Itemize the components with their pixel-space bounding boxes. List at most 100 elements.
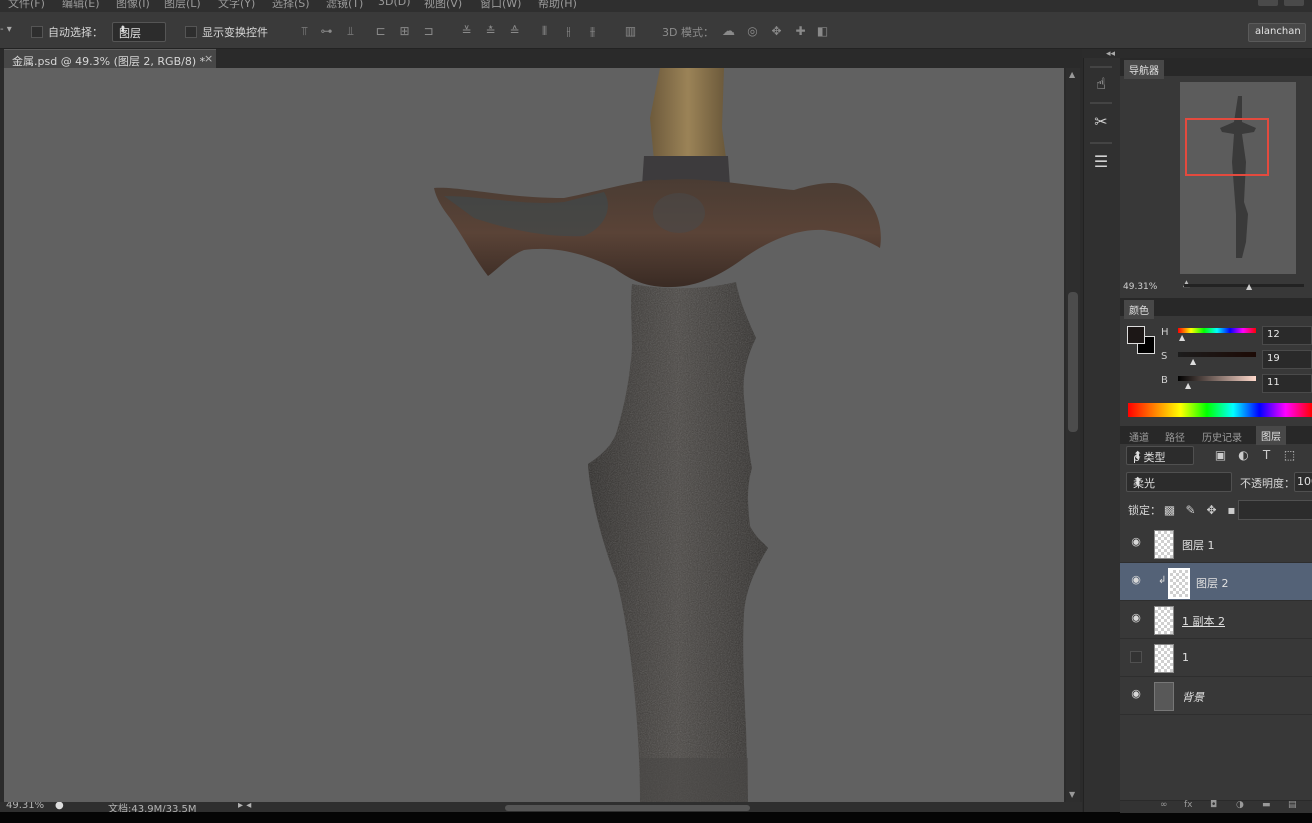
distribute-vcenter-icon[interactable]: ≛	[484, 25, 497, 38]
opacity-field[interactable]: 100%	[1294, 472, 1312, 492]
layer-name[interactable]: 1	[1182, 651, 1189, 664]
menu-type[interactable]: 文字(Y)	[218, 0, 255, 11]
menu-image[interactable]: 图像(I)	[116, 0, 150, 11]
menu-filter[interactable]: 滤镜(T)	[326, 0, 363, 11]
visibility-eye-icon[interactable]: ◉	[1130, 688, 1142, 700]
status-zoom[interactable]: 49.31%	[6, 802, 44, 811]
menu-layer[interactable]: 图层(L)	[164, 0, 201, 11]
tab-channels[interactable]: 通道	[1129, 429, 1149, 444]
navigator-slider-handle[interactable]: ▲	[1246, 282, 1252, 291]
workspace-switcher-button[interactable]: alanchan	[1248, 23, 1306, 42]
tab-history[interactable]: 历史记录	[1202, 429, 1242, 444]
layer-row[interactable]: 1	[1120, 639, 1312, 677]
align-hcenter-icon[interactable]: ⊞	[398, 25, 411, 38]
saturation-field[interactable]: 19	[1262, 350, 1312, 369]
status-share-icon[interactable]: ●	[55, 802, 64, 811]
menu-file[interactable]: 文件(F)	[8, 0, 45, 11]
filter-shape-icon[interactable]: ⬚	[1283, 449, 1296, 462]
layer-filter-dropdown[interactable]: ρ 类型 ⬍	[1126, 446, 1194, 465]
visibility-eye-icon[interactable]: ◉	[1130, 536, 1142, 548]
hue-slider[interactable]	[1178, 328, 1256, 333]
visibility-eye-icon[interactable]: ◉	[1130, 574, 1142, 586]
tool-preset-arrow-icon[interactable]: - ▾	[0, 24, 12, 35]
saturation-slider-handle[interactable]: ▲	[1190, 357, 1196, 366]
menu-window[interactable]: 窗口(W)	[480, 0, 521, 11]
layer-row[interactable]: ◉ 图层 1	[1120, 525, 1312, 563]
distribute-right-icon[interactable]: ⫵	[586, 25, 599, 38]
minimize-button[interactable]	[1258, 0, 1278, 6]
3d-orbit-icon[interactable]: ☁	[722, 25, 735, 38]
distribute-top-icon[interactable]: ≚	[460, 25, 473, 38]
lock-all-icon[interactable]: ▪	[1225, 504, 1238, 517]
document-tab[interactable]: 金属.psd @ 49.3% (图层 2, RGB/8) *	[4, 49, 216, 69]
brightness-field[interactable]: 11	[1262, 374, 1312, 393]
visibility-eye-icon[interactable]: ◉	[1130, 612, 1142, 624]
filter-adjustment-icon[interactable]: ◐	[1237, 449, 1250, 462]
scroll-down-icon[interactable]: ▼	[1069, 790, 1075, 799]
auto-align-icon[interactable]: ▥	[624, 25, 637, 38]
align-right-icon[interactable]: ⊐	[422, 25, 435, 38]
add-mask-icon[interactable]: ◘	[1210, 800, 1217, 810]
visibility-off-box[interactable]	[1130, 651, 1142, 663]
menu-view[interactable]: 视图(V)	[424, 0, 462, 11]
hand-tool-icon[interactable]: ☝	[1089, 72, 1113, 96]
color-tab[interactable]: 颜色	[1124, 300, 1154, 319]
status-menu-arrow-icon[interactable]: ▸ ◂	[238, 802, 251, 811]
menu-3d[interactable]: 3D(D)	[378, 0, 411, 8]
menu-edit[interactable]: 编辑(E)	[62, 0, 100, 11]
dock-grip[interactable]	[1090, 66, 1112, 68]
lock-position-icon[interactable]: ✥	[1205, 504, 1218, 517]
new-group-icon[interactable]: ▬	[1262, 800, 1271, 810]
filter-type-icon[interactable]: T	[1260, 449, 1273, 462]
tool-presets-icon[interactable]: ✂	[1089, 110, 1113, 134]
blend-mode-dropdown[interactable]: 柔光 ⬍	[1126, 472, 1232, 492]
distribute-left-icon[interactable]: ⫴	[538, 25, 551, 38]
color-spectrum-ramp[interactable]	[1128, 403, 1312, 417]
adjustments-icon[interactable]: ☰	[1089, 150, 1113, 174]
layer-row[interactable]: ◉ 1 副本 2	[1120, 601, 1312, 639]
link-layers-icon[interactable]: ∞	[1160, 800, 1168, 810]
tab-layers[interactable]: 图层	[1256, 426, 1286, 445]
foreground-color-swatch-front[interactable]	[1127, 326, 1145, 344]
brightness-slider-handle[interactable]: ▲	[1185, 381, 1191, 390]
layer-name[interactable]: 图层 2	[1196, 575, 1229, 591]
3d-roll-icon[interactable]: ◎	[746, 25, 759, 38]
hue-slider-handle[interactable]: ▲	[1179, 333, 1185, 342]
filter-pixel-icon[interactable]: ▣	[1214, 449, 1227, 462]
dock-grip[interactable]	[1090, 142, 1112, 144]
lock-transparency-icon[interactable]: ▩	[1163, 504, 1176, 517]
navigator-tab[interactable]: 导航器	[1124, 60, 1164, 79]
align-vcenter-icon[interactable]: ⊶	[320, 25, 333, 38]
fill-field[interactable]	[1238, 500, 1312, 520]
distribute-bottom-icon[interactable]: ≙	[508, 25, 521, 38]
close-tab-icon[interactable]: ×	[204, 52, 213, 65]
document-canvas[interactable]	[4, 68, 1064, 802]
navigator-zoom-value[interactable]: 49.31%	[1123, 282, 1157, 292]
layer-name[interactable]: 背景	[1182, 689, 1204, 705]
layer-style-icon[interactable]: fx	[1184, 800, 1193, 810]
lock-pixels-icon[interactable]: ✎	[1184, 504, 1197, 517]
auto-select-target-dropdown[interactable]: 图层 ⬍	[112, 22, 166, 42]
delete-layer-icon[interactable]: ▤	[1288, 800, 1297, 810]
3d-scale-icon[interactable]: ◧	[816, 25, 829, 38]
navigator-zoom-slider[interactable]	[1184, 284, 1304, 287]
scroll-up-icon[interactable]: ▲	[1069, 70, 1075, 79]
3d-drag-icon[interactable]: ✥	[770, 25, 783, 38]
3d-slide-icon[interactable]: ✚	[794, 25, 807, 38]
hue-field[interactable]: 12	[1262, 326, 1312, 345]
align-left-icon[interactable]: ⊏	[374, 25, 387, 38]
layer-name[interactable]: 1 副本 2	[1182, 613, 1225, 629]
vertical-scrollbar[interactable]	[1066, 68, 1080, 802]
menu-select[interactable]: 选择(S)	[272, 0, 310, 11]
layer-name[interactable]: 图层 1	[1182, 537, 1215, 553]
dock-grip[interactable]	[1090, 102, 1112, 104]
layer-row-selected[interactable]: ◉ ↲ 图层 2	[1120, 563, 1312, 601]
align-top-icon[interactable]: ⫪	[298, 25, 311, 38]
layer-row[interactable]: ◉ 背景	[1120, 677, 1312, 715]
maximize-button[interactable]	[1284, 0, 1304, 6]
horizontal-scroll-thumb[interactable]	[505, 805, 750, 811]
vertical-scroll-thumb[interactable]	[1068, 292, 1078, 432]
menu-help[interactable]: 帮助(H)	[538, 0, 577, 11]
tab-paths[interactable]: 路径	[1165, 429, 1185, 444]
show-transform-checkbox[interactable]	[185, 26, 197, 38]
